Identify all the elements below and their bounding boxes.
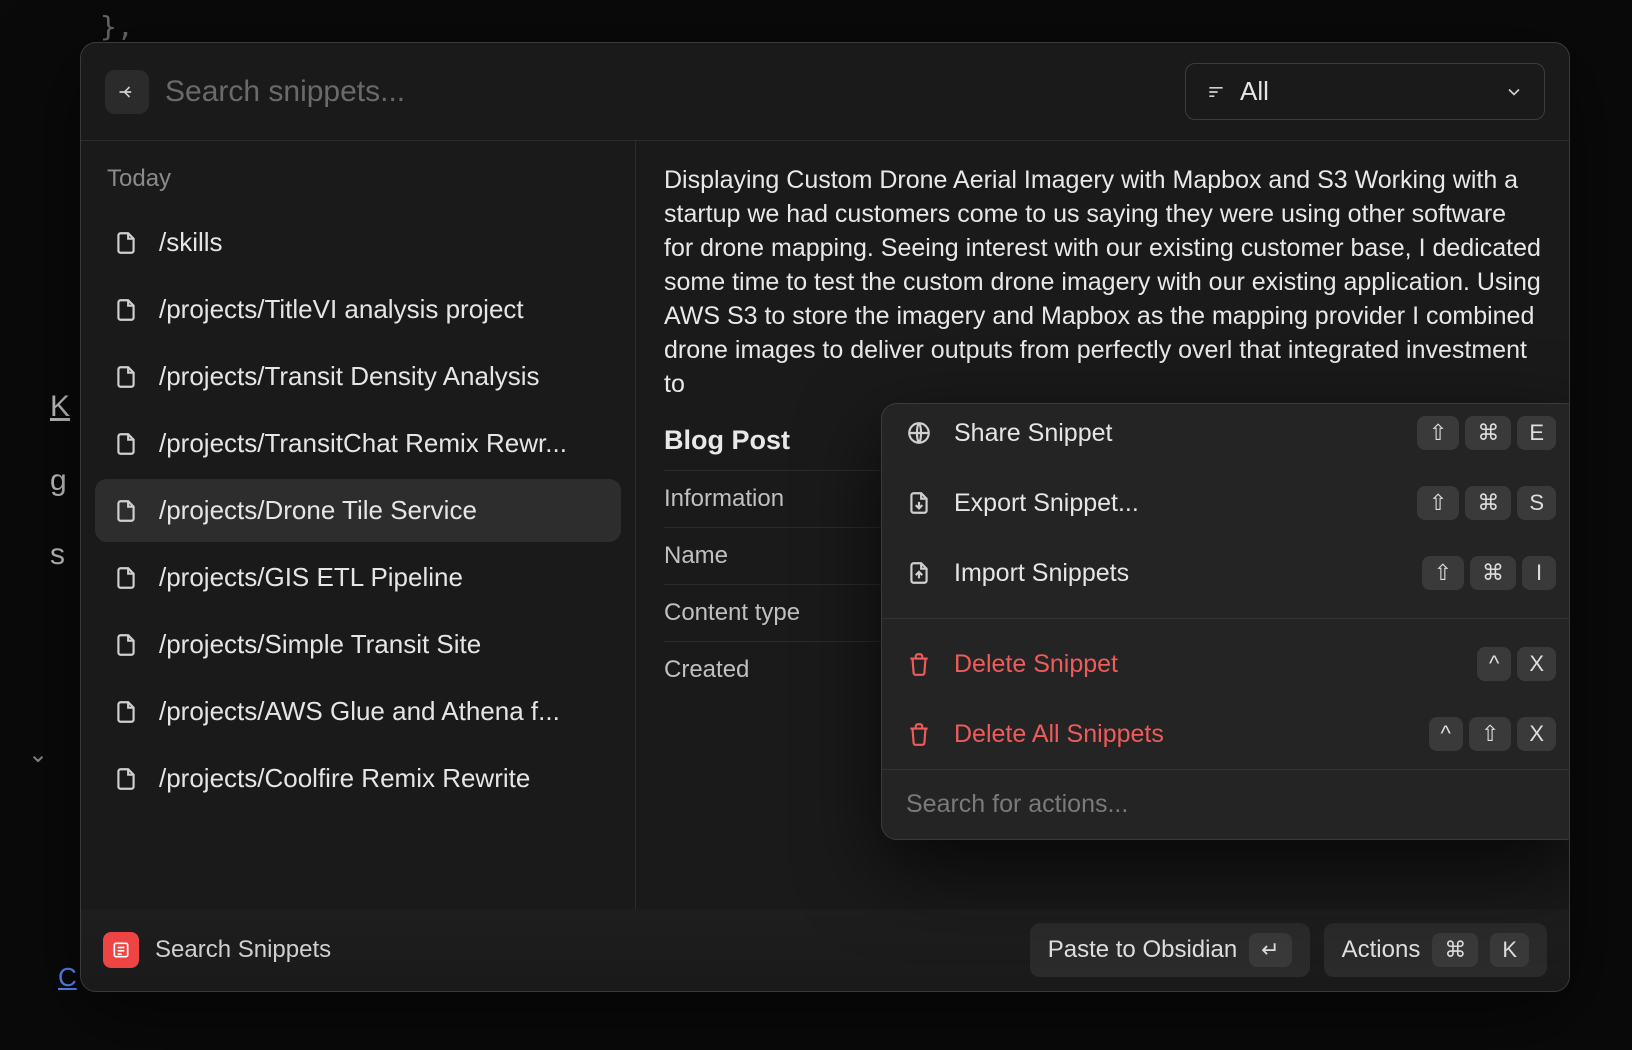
sidebar-item[interactable]: /projects/GIS ETL Pipeline [95,546,621,609]
menu-item-label: Import Snippets [954,559,1129,588]
shortcut-key: ⌘ [1470,556,1516,590]
enter-key: ↵ [1249,933,1291,967]
app-icon [103,932,139,968]
export-icon [906,490,932,516]
background-code: }, [100,10,134,43]
chevron-down-icon [1504,82,1524,102]
actions-button[interactable]: Actions ⌘ K [1324,923,1547,977]
menu-item[interactable]: Export Snippet... ⇧⌘S [882,468,1570,538]
sidebar-item-label: /projects/TransitChat Remix Rewr... [159,428,567,459]
file-icon [113,565,139,591]
sidebar-item-label: /projects/AWS Glue and Athena f... [159,696,560,727]
sidebar-item-label: /projects/Coolfire Remix Rewrite [159,763,530,794]
file-icon [113,297,139,323]
menu-item[interactable]: Share Snippet ⇧⌘E [882,404,1570,468]
menu-item[interactable]: Import Snippets ⇧⌘I [882,538,1570,608]
sidebar-item-label: /skills [159,227,223,258]
sidebar-item-label: /projects/GIS ETL Pipeline [159,562,463,593]
back-button[interactable] [105,70,149,114]
menu-item-label: Share Snippet [954,419,1112,448]
file-icon [113,364,139,390]
background-chevron: ⌄ [28,740,48,769]
sidebar-item-label: /projects/Simple Transit Site [159,629,481,660]
sidebar-item[interactable]: /projects/Simple Transit Site [95,613,621,676]
actions-label: Actions [1342,936,1421,964]
shortcut-key: ⌘ [1465,486,1511,520]
search-input[interactable] [165,75,1169,109]
file-icon [113,632,139,658]
file-icon [113,699,139,725]
shortcut-key: I [1522,556,1556,590]
menu-item-label: Export Snippet... [954,489,1139,518]
sidebar-item[interactable]: /projects/AWS Glue and Athena f... [95,680,621,743]
trash-icon [906,721,932,747]
menu-item-danger[interactable]: Delete Snippet ^X [882,629,1570,699]
shortcut-key: E [1517,416,1556,450]
background-link: C [58,962,77,993]
filter-select[interactable]: All [1185,63,1545,120]
snippet-icon [111,940,131,960]
sidebar-section-label: Today [95,159,621,211]
shortcut-key: ^ [1477,647,1511,681]
menu-divider [882,618,1570,619]
app-window: All Today /skills/projects/TitleVI analy… [80,42,1570,992]
arrow-left-icon [117,82,137,102]
sidebar-item[interactable]: /projects/TitleVI analysis project [95,278,621,341]
sidebar-item-label: /projects/Drone Tile Service [159,495,477,526]
import-icon [906,560,932,586]
primary-action-button[interactable]: Paste to Obsidian ↵ [1030,923,1310,977]
menu-item-label: Delete Snippet [954,650,1118,679]
shortcut-key: X [1517,647,1556,681]
footer: Search Snippets Paste to Obsidian ↵ Acti… [81,909,1569,991]
trash-icon [906,651,932,677]
shortcut-key: S [1517,486,1556,520]
file-icon [113,498,139,524]
footer-title: Search Snippets [155,936,331,964]
sidebar-item[interactable]: /projects/Drone Tile Service [95,479,621,542]
menu-item-danger[interactable]: Delete All Snippets ^⇧X [882,699,1570,769]
globe-icon [906,420,932,446]
shortcut-key: ⇧ [1417,416,1459,450]
file-icon [113,230,139,256]
primary-action-label: Paste to Obsidian [1048,936,1237,964]
sidebar-item[interactable]: /projects/Transit Density Analysis [95,345,621,408]
sidebar-item[interactable]: /projects/TransitChat Remix Rewr... [95,412,621,475]
cmd-key: ⌘ [1432,933,1478,967]
shortcut-key: ⌘ [1465,416,1511,450]
topbar: All [81,43,1569,141]
sidebar-item[interactable]: /projects/Coolfire Remix Rewrite [95,747,621,810]
shortcut-key: X [1517,717,1556,751]
k-key: K [1490,933,1529,967]
sidebar-item-label: /projects/TitleVI analysis project [159,294,524,325]
menu-item-label: Delete All Snippets [954,720,1164,749]
shortcut-key: ⇧ [1422,556,1464,590]
file-icon [113,766,139,792]
snippet-preview-text: Displaying Custom Drone Aerial Imagery w… [664,163,1541,401]
shortcut-key: ⇧ [1469,717,1511,751]
actions-search-row [882,769,1570,839]
filter-label: All [1240,76,1269,107]
filter-icon [1206,82,1226,102]
sidebar-item[interactable]: /skills [95,211,621,274]
sidebar-list: /skills/projects/TitleVI analysis projec… [95,211,621,810]
actions-popover: Share Snippet⇧⌘EExport Snippet...⇧⌘SImpo… [881,403,1570,840]
file-icon [113,431,139,457]
sidebar: Today /skills/projects/TitleVI analysis … [81,141,636,909]
shortcut-key: ^ [1429,717,1463,751]
background-left-text: K g s [50,390,70,572]
shortcut-key: ⇧ [1417,486,1459,520]
actions-search-input[interactable] [906,790,1556,819]
sidebar-item-label: /projects/Transit Density Analysis [159,361,540,392]
